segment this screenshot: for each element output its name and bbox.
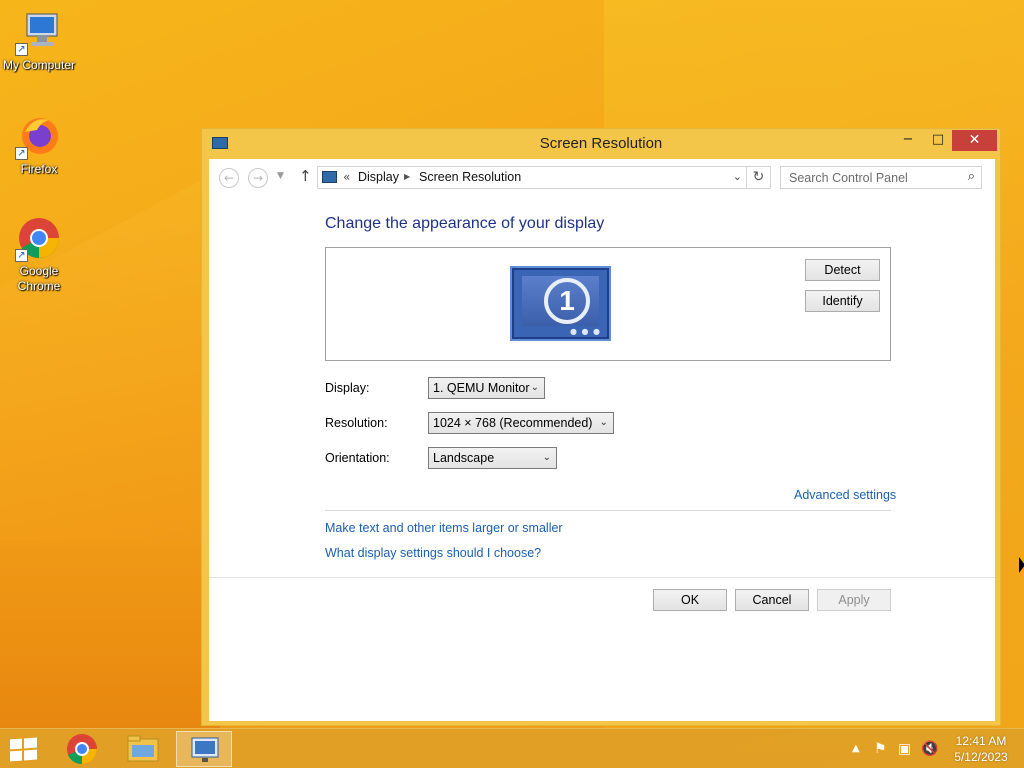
screen-resolution-window: Screen Resolution − □ ✕ ← → ▼ ↑ « Displa… bbox=[201, 128, 1001, 726]
resolution-select[interactable]: 1024 × 768 (Recommended) ⌄ bbox=[428, 412, 614, 434]
start-button[interactable] bbox=[8, 737, 38, 762]
shortcut-arrow-icon: ↗ bbox=[15, 249, 28, 262]
computer-icon: ↗ bbox=[15, 8, 63, 56]
shortcut-arrow-icon: ↗ bbox=[15, 147, 28, 160]
forward-button[interactable]: → bbox=[248, 168, 268, 188]
orientation-select-value: Landscape bbox=[433, 451, 495, 465]
text-size-link[interactable]: Make text and other items larger or smal… bbox=[325, 521, 563, 535]
monitor-1-icon[interactable]: 1 ● ● ● bbox=[510, 266, 611, 341]
clock-time[interactable]: 12:41 AM bbox=[948, 734, 1014, 748]
desktop-icon-my-computer[interactable]: ↗ My Computer bbox=[0, 8, 78, 73]
resolution-select-value: 1024 × 768 (Recommended) bbox=[433, 416, 593, 430]
chevron-down-icon: ⌄ bbox=[542, 452, 551, 463]
monitor-number: 1 bbox=[544, 278, 590, 324]
window-title: Screen Resolution bbox=[539, 135, 663, 152]
page-title: Change the appearance of your display bbox=[325, 215, 605, 232]
orientation-label: Orientation: bbox=[325, 451, 390, 465]
back-button[interactable]: ← bbox=[219, 168, 239, 188]
title-bar[interactable]: Screen Resolution − □ ✕ bbox=[202, 129, 1000, 159]
breadcrumb-separator-icon[interactable]: ▶ bbox=[404, 172, 410, 181]
taskbar-file-explorer[interactable] bbox=[115, 731, 171, 767]
advanced-settings-link[interactable]: Advanced settings bbox=[794, 488, 896, 502]
search-input[interactable]: Search Control Panel ⌕ bbox=[780, 166, 982, 189]
display-settings-icon bbox=[191, 737, 219, 762]
identify-button[interactable]: Identify bbox=[805, 290, 880, 312]
chevron-down-icon: ⌄ bbox=[599, 417, 608, 428]
desktop-icon-label: Google Chrome bbox=[17, 264, 61, 293]
minimize-button[interactable]: − bbox=[894, 130, 922, 151]
refresh-button[interactable]: ↻ bbox=[747, 166, 771, 189]
detect-button[interactable]: Detect bbox=[805, 259, 880, 281]
maximize-button[interactable]: □ bbox=[924, 130, 952, 151]
mouse-cursor bbox=[1019, 557, 1024, 573]
network-icon[interactable]: ▣ bbox=[898, 741, 911, 757]
desktop-icon-firefox[interactable]: ↗ Firefox bbox=[0, 112, 78, 177]
breadcrumb-display[interactable]: Display bbox=[358, 170, 399, 184]
display-select-value: 1. QEMU Monitor bbox=[433, 381, 530, 395]
ok-button[interactable]: OK bbox=[653, 589, 727, 611]
display-settings-help-link[interactable]: What display settings should I choose? bbox=[325, 546, 541, 560]
desktop-icon-label: My Computer bbox=[2, 58, 76, 72]
folder-icon bbox=[127, 735, 159, 762]
recent-locations-icon[interactable]: ▼ bbox=[277, 171, 284, 181]
display-select[interactable]: 1. QEMU Monitor ⌄ bbox=[428, 377, 545, 399]
volume-muted-icon[interactable]: 🔇 bbox=[921, 741, 938, 757]
taskbar-screen-resolution[interactable] bbox=[176, 731, 232, 767]
desktop-icon-label: Firefox bbox=[20, 162, 58, 176]
chevron-down-icon: ⌄ bbox=[530, 382, 539, 393]
divider bbox=[325, 510, 891, 511]
orientation-select[interactable]: Landscape ⌄ bbox=[428, 447, 557, 469]
up-arrow-icon[interactable]: ↑ bbox=[299, 167, 312, 185]
address-bar[interactable]: « Display ▶ Screen Resolution ⌄ bbox=[317, 166, 747, 189]
chevron-down-icon[interactable]: ⌄ bbox=[733, 170, 742, 183]
chrome-icon: ↗ bbox=[15, 214, 63, 262]
control-panel-icon bbox=[322, 171, 337, 183]
close-button[interactable]: ✕ bbox=[952, 130, 997, 151]
apply-button[interactable]: Apply bbox=[817, 589, 891, 611]
shortcut-arrow-icon: ↗ bbox=[15, 43, 28, 56]
show-hidden-icons-icon[interactable]: ▲ bbox=[852, 743, 860, 754]
navigation-bar: ← → ▼ ↑ « Display ▶ Screen Resolution ⌄ … bbox=[209, 159, 995, 199]
taskbar: ▲ ⚑ ▣ 🔇 12:41 AM 5/12/2023 bbox=[0, 728, 1024, 768]
search-icon[interactable]: ⌕ bbox=[968, 169, 975, 184]
clock-date[interactable]: 5/12/2023 bbox=[948, 750, 1014, 764]
cancel-button[interactable]: Cancel bbox=[735, 589, 809, 611]
taskbar-chrome[interactable] bbox=[54, 731, 110, 767]
display-label: Display: bbox=[325, 381, 370, 395]
monitor-arrangement-panel: 1 ● ● ● Detect Identify bbox=[325, 247, 891, 361]
breadcrumb-screen-resolution[interactable]: Screen Resolution bbox=[419, 170, 521, 184]
monitor-dots: ● ● ● bbox=[569, 327, 601, 336]
firefox-icon: ↗ bbox=[15, 112, 63, 160]
chrome-icon bbox=[67, 734, 97, 765]
desktop-icon-google-chrome[interactable]: ↗ Google Chrome bbox=[0, 214, 78, 294]
action-center-flag-icon[interactable]: ⚑ bbox=[874, 741, 887, 757]
footer-divider bbox=[209, 577, 995, 578]
resolution-label: Resolution: bbox=[325, 416, 388, 430]
wallpaper-shape-lower bbox=[0, 540, 220, 730]
breadcrumb-overflow[interactable]: « bbox=[343, 170, 350, 184]
window-content: ← → ▼ ↑ « Display ▶ Screen Resolution ⌄ … bbox=[209, 159, 995, 721]
search-placeholder: Search Control Panel bbox=[789, 171, 908, 185]
monitor-screen: 1 bbox=[522, 276, 599, 326]
